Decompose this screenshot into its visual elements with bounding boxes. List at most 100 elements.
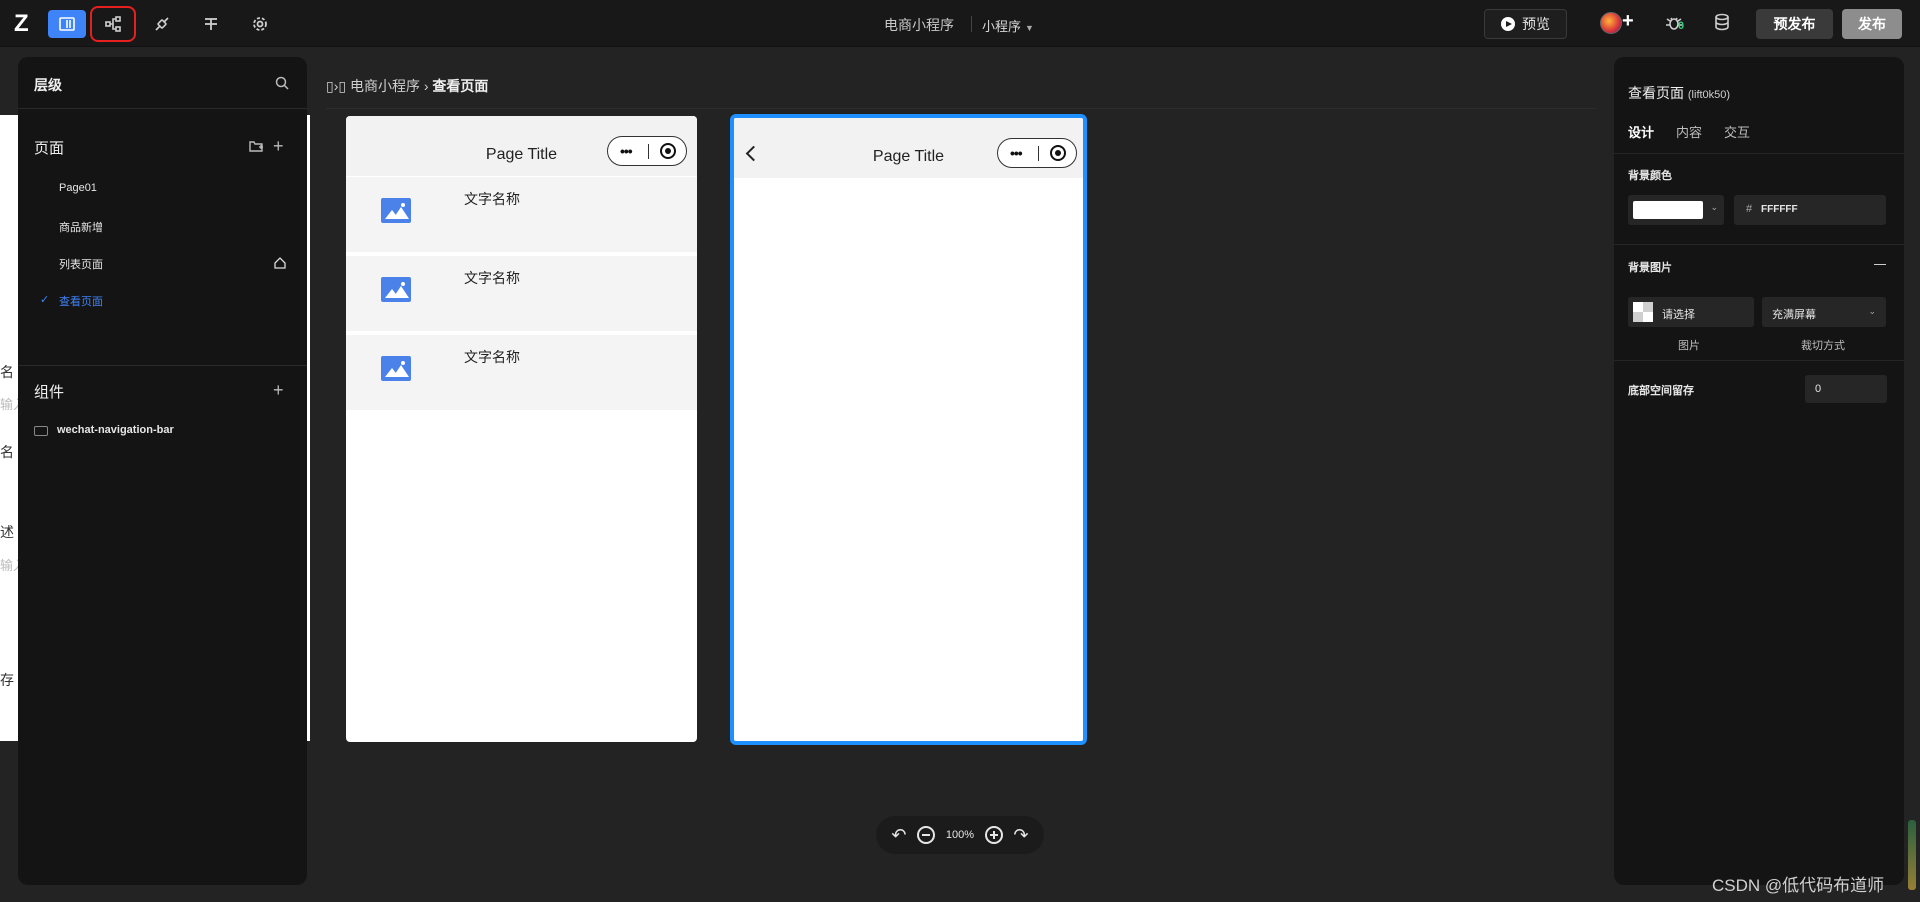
- selected-page-title: 查看页面 (lift0k50): [1628, 83, 1730, 103]
- logic-flow-icon: [105, 16, 121, 32]
- list-item-text: 文字名称: [464, 191, 520, 207]
- app-logo: Z: [14, 10, 29, 37]
- redo-icon[interactable]: ↷: [1014, 825, 1029, 846]
- workflow-icon: [205, 18, 217, 30]
- bottom-space-input[interactable]: 0: [1805, 375, 1887, 403]
- api-plug-tool-button[interactable]: [143, 10, 181, 38]
- publish-button[interactable]: 发布: [1842, 9, 1902, 39]
- workflow-tool-button[interactable]: [192, 10, 230, 38]
- image-placeholder-icon: [381, 198, 411, 223]
- breadcrumb-current: 查看页面: [432, 78, 489, 94]
- pages-icon: [59, 17, 75, 31]
- more-icon: •••: [620, 143, 633, 159]
- list-item[interactable]: 文字名称: [346, 177, 697, 252]
- home-icon: [274, 257, 286, 269]
- title-separator: [971, 16, 972, 32]
- project-title: 电商小程序: [884, 17, 954, 33]
- breadcrumb: ▯›▯ 电商小程序 › 查看页面: [326, 76, 488, 96]
- image-sublabel: 图片: [1678, 340, 1700, 352]
- debug-button[interactable]: 0: [1664, 12, 1688, 36]
- add-component-icon[interactable]: +: [273, 381, 289, 399]
- image-placeholder-icon: [381, 356, 411, 381]
- color-swatch: [1633, 201, 1703, 219]
- selected-page-id: (lift0k50): [1687, 89, 1731, 101]
- chevron-down-icon: ⌄: [1868, 306, 1876, 316]
- close-miniprogram-icon: [1050, 145, 1066, 161]
- ghost-label: 名: [0, 364, 14, 380]
- tab-interaction[interactable]: 交互: [1724, 122, 1750, 141]
- canvas-divider: [326, 108, 1596, 109]
- crop-mode-select[interactable]: 充满屏幕 ⌄: [1762, 297, 1886, 327]
- watermark: CSDN @低代码布道师: [1712, 876, 1885, 895]
- bg-image-select-label: 请选择: [1662, 309, 1695, 321]
- bug-count-badge: 0: [1678, 20, 1685, 32]
- search-icon[interactable]: [275, 76, 289, 90]
- page-item-page01[interactable]: Page01: [59, 182, 97, 194]
- properties-panel: 查看页面 (lift0k50) 设计 内容 交互 背景颜色 ⌄ # FFFFFF…: [1614, 57, 1904, 885]
- layers-header: 层级: [18, 57, 307, 109]
- phone-navigation-bar: Page Title •••: [734, 118, 1083, 178]
- hash-symbol: #: [1746, 203, 1753, 215]
- component-item-navigation-bar[interactable]: wechat-navigation-bar: [57, 424, 174, 436]
- breadcrumb-toggle-icon[interactable]: ▯›▯: [326, 78, 346, 94]
- phone-navigation-bar: Page Title •••: [346, 116, 697, 176]
- bg-color-label: 背景颜色: [1628, 170, 1672, 182]
- play-icon: [1501, 17, 1515, 31]
- capsule-divider: [1038, 146, 1039, 161]
- undo-icon[interactable]: ↶: [891, 825, 906, 846]
- zoom-toolbar: ↶ 100% ↷: [876, 816, 1044, 854]
- zoom-out-icon[interactable]: [917, 826, 936, 844]
- add-folder-icon[interactable]: [248, 138, 264, 154]
- settings-tool-button[interactable]: [241, 10, 279, 38]
- list-item-text: 文字名称: [464, 349, 520, 365]
- page-item-view[interactable]: 查看页面: [59, 293, 103, 309]
- pages-section-title: 页面: [34, 140, 65, 157]
- scrollbar[interactable]: [1908, 820, 1916, 890]
- preview-button[interactable]: 预览: [1484, 9, 1567, 39]
- layers-divider: [18, 365, 307, 366]
- add-page-icon[interactable]: +: [273, 137, 289, 155]
- logic-flow-tool-button[interactable]: [90, 6, 136, 42]
- page-item-goods-add[interactable]: 商品新增: [59, 219, 103, 235]
- layers-panel: 层级 页面 + Page01 商品新增 列表页面 ✓ 查看页面 组件 + wec…: [18, 57, 307, 885]
- layers-title: 层级: [34, 77, 62, 93]
- page-item-list[interactable]: 列表页面: [59, 256, 103, 272]
- tab-design[interactable]: 设计: [1628, 122, 1654, 141]
- app-type-select[interactable]: 小程序 ▼: [982, 16, 1034, 35]
- top-bar: Z 电商小程序 小程序 ▼ 预览 + 0 预发布 发布: [0, 0, 1920, 47]
- bg-image-select[interactable]: 请选择: [1628, 297, 1754, 327]
- phone-preview-view-page[interactable]: Page Title •••: [730, 114, 1087, 745]
- bg-color-hex-input[interactable]: # FFFFFF: [1734, 195, 1886, 225]
- transparent-image-icon: [1633, 302, 1653, 322]
- avatar[interactable]: [1600, 12, 1622, 34]
- ghost-label: 名: [0, 444, 14, 460]
- preview-label: 预览: [1522, 16, 1550, 32]
- wechat-capsule: •••: [607, 136, 687, 166]
- phone-preview-list-page[interactable]: Page Title ••• 文字名称 文字名称 文字名称: [346, 116, 697, 742]
- list-item[interactable]: 文字名称: [346, 256, 697, 331]
- bg-image-label: 背景图片: [1628, 262, 1672, 274]
- hex-value: FFFFFF: [1761, 204, 1798, 215]
- wechat-capsule: •••: [997, 138, 1077, 168]
- ghost-label: 述: [0, 524, 14, 540]
- collapse-icon[interactable]: [1874, 264, 1886, 265]
- section-divider: [1614, 360, 1904, 361]
- image-placeholder-icon: [381, 277, 411, 302]
- api-plug-icon: [155, 17, 169, 31]
- prepublish-button[interactable]: 预发布: [1756, 9, 1833, 39]
- close-miniprogram-icon: [660, 143, 676, 159]
- zoom-in-icon[interactable]: [984, 826, 1003, 844]
- navigation-bar-icon: [34, 426, 48, 436]
- breadcrumb-root[interactable]: 电商小程序: [350, 78, 420, 94]
- list-item[interactable]: 文字名称: [346, 335, 697, 410]
- tab-content[interactable]: 内容: [1676, 122, 1702, 141]
- breadcrumb-separator: ›: [423, 78, 429, 94]
- add-collaborator-icon[interactable]: +: [1622, 10, 1634, 33]
- pages-tool-button[interactable]: [48, 10, 86, 38]
- data-sources-button[interactable]: [1712, 12, 1736, 36]
- bg-color-picker[interactable]: ⌄: [1628, 195, 1724, 225]
- ghost-label: 存: [0, 672, 14, 688]
- crop-mode-value: 充满屏幕: [1772, 309, 1816, 321]
- bottom-space-label: 底部空间留存: [1628, 385, 1694, 397]
- components-section-title: 组件: [34, 384, 65, 401]
